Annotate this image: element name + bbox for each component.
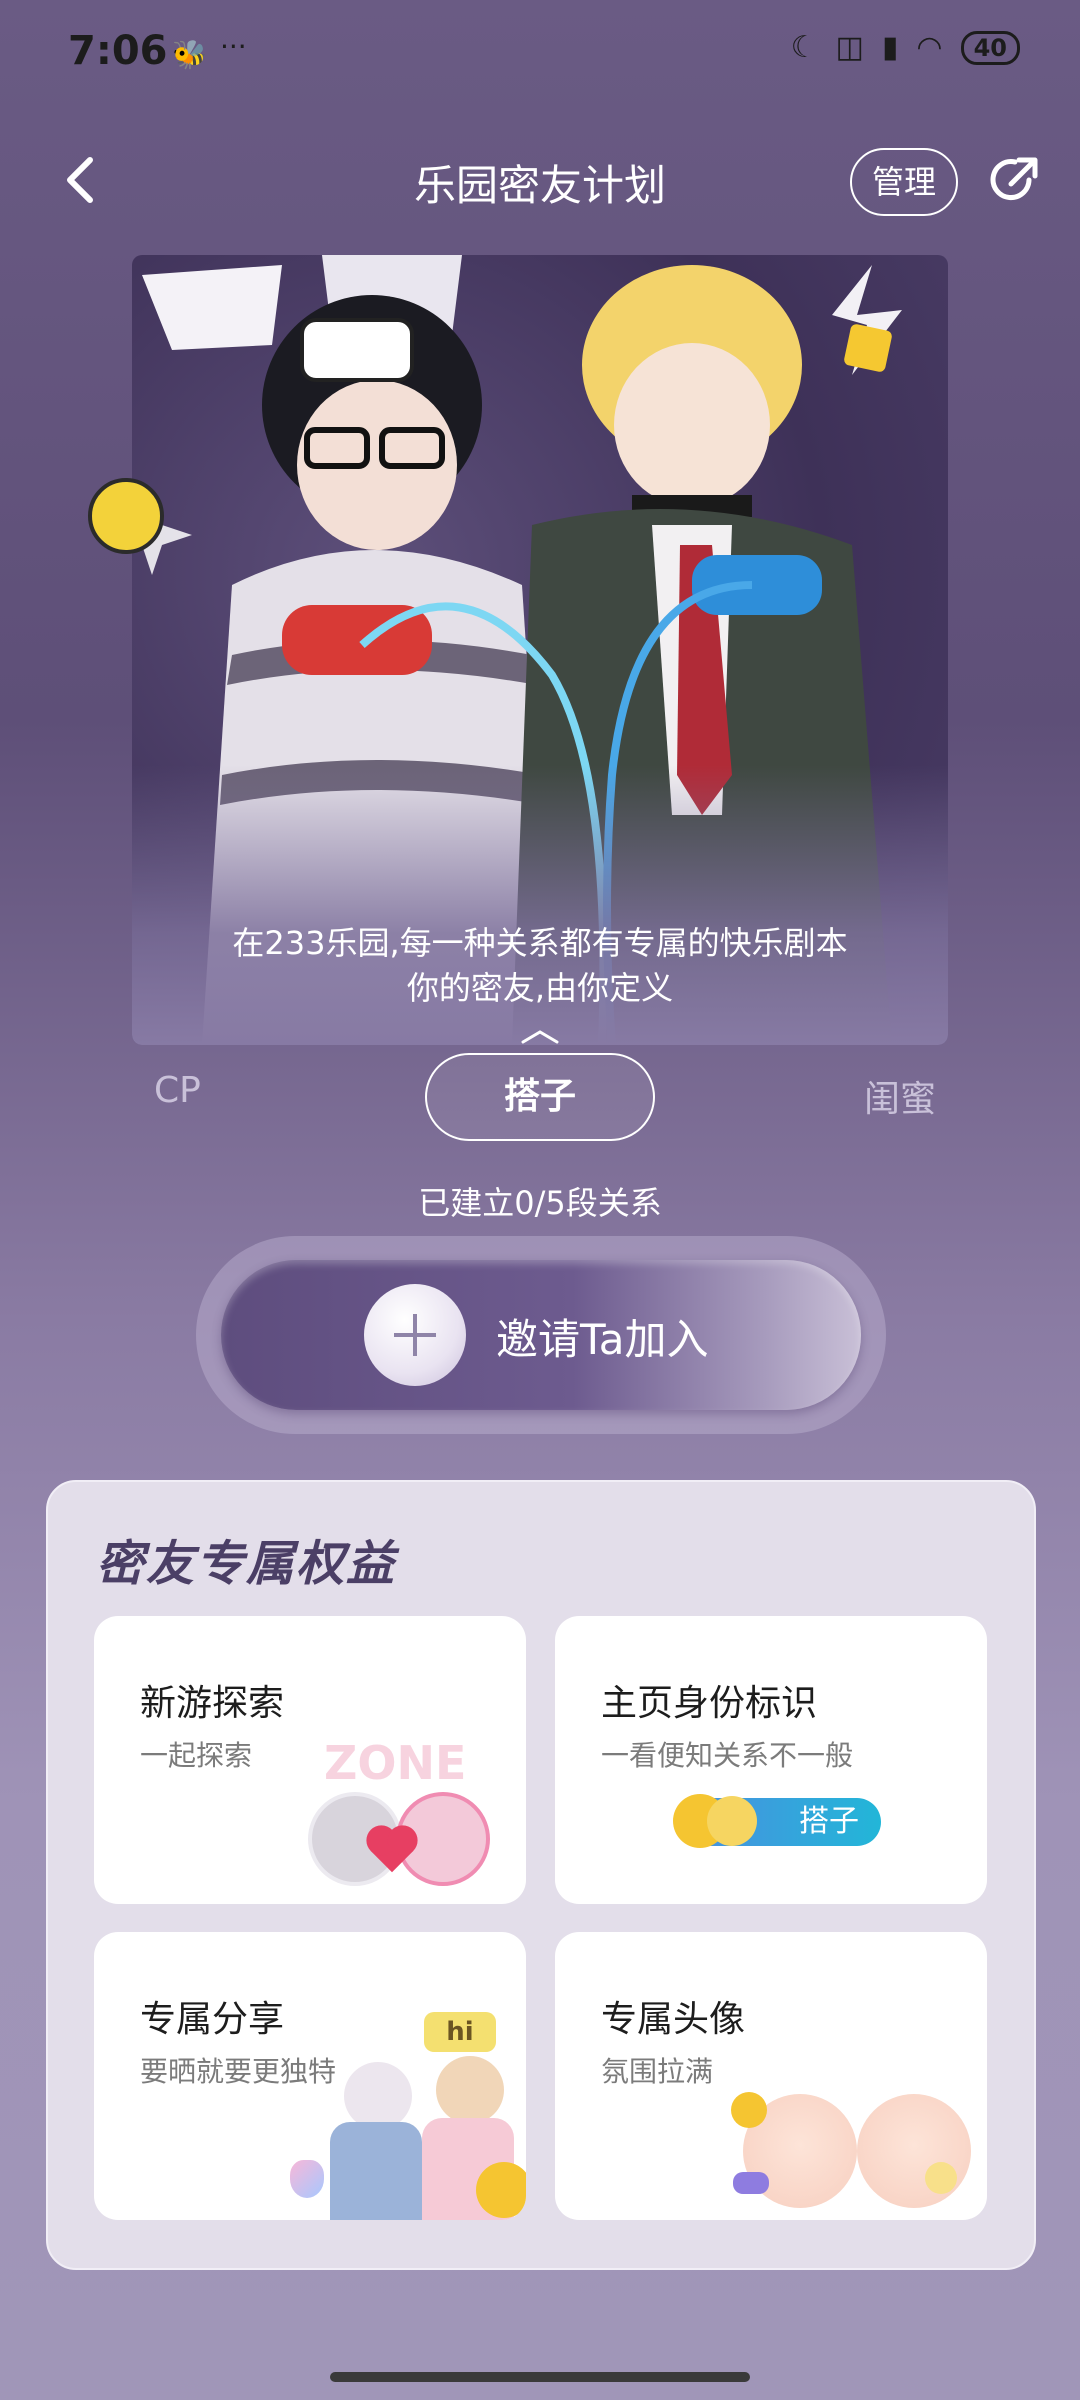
avatar-face [857, 2094, 971, 2208]
hi-bubble: hi [424, 2012, 496, 2052]
wifi-icon: ◠ [916, 30, 943, 65]
benefit-title: 专属分享 [140, 1999, 285, 2040]
signal-icon: ▮ [881, 30, 899, 65]
status-bar: 7:06 🐝 ··· ☾ ◫ ▮ ◠ 40 [0, 0, 1080, 110]
gamepad-icon [733, 2172, 769, 2194]
zone-decor-text: ZONE [324, 1736, 467, 1790]
moon-icon: ☾ [790, 30, 818, 65]
tab-dazi[interactable]: 搭子 [425, 1053, 655, 1141]
character-head [344, 2062, 412, 2130]
share-icon [990, 157, 1038, 201]
chevron-up-icon[interactable] [521, 1030, 559, 1044]
bee-icon: 🐝 [172, 38, 207, 71]
cool-emoji-icon [731, 2092, 767, 2128]
hero-tagline-1: 在233乐园,每一种关系都有专属的快乐剧本 [232, 924, 848, 962]
benefit-title: 新游探索 [140, 1683, 285, 1724]
heart-balloon-icon [290, 2160, 324, 2198]
share-button[interactable] [985, 150, 1045, 210]
badge-sticker-icon [88, 478, 164, 554]
hero-tagline-2: 你的密友,由你定义 [406, 969, 674, 1007]
benefit-card-identity-tag[interactable]: 主页身份标识 一看便知关系不一般 搭子 [555, 1616, 987, 1904]
benefit-subtitle: 一看便知关系不一般 [601, 1739, 854, 1772]
more-dots-icon: ··· [220, 30, 247, 63]
tab-guimi[interactable]: 闺蜜 [864, 1070, 936, 1122]
smile-emoji-icon [707, 1796, 757, 1846]
plus-icon[interactable] [364, 1284, 466, 1386]
tab-cp[interactable]: CP [154, 1070, 201, 1111]
status-time: 7:06 [68, 28, 168, 74]
benefit-card-share[interactable]: 专属分享 要晒就要更独特 hi [94, 1932, 526, 2220]
smile-emoji-icon [925, 2162, 957, 2194]
home-indicator[interactable] [330, 2372, 750, 2382]
battery-icon: 40 [960, 30, 1020, 65]
manage-button[interactable]: 管理 [850, 148, 958, 216]
benefit-card-new-game[interactable]: 新游探索 一起探索 ZONE [94, 1616, 526, 1904]
benefit-subtitle: 氛围拉满 [601, 2055, 714, 2088]
header: 乐园密友计划 管理 [0, 130, 1080, 230]
benefit-title: 主页身份标识 [601, 1683, 818, 1724]
benefit-subtitle: 一起探索 [140, 1739, 253, 1772]
relation-count: 已建立0/5段关系 [418, 1184, 662, 1222]
benefit-card-avatar[interactable]: 专属头像 氛围拉满 [555, 1932, 987, 2220]
character-head [436, 2056, 504, 2124]
status-icons: ☾ ◫ ▮ ◠ 40 [791, 30, 1020, 65]
character-body [330, 2122, 422, 2220]
benefit-subtitle: 要晒就要更独特 [140, 2055, 337, 2088]
benefit-title: 专属头像 [601, 1999, 746, 2040]
benefits-title: 密友专属权益 [96, 1536, 397, 1592]
invite-label[interactable]: 邀请Ta加入 [496, 1306, 708, 1367]
smile-emoji-icon [476, 2162, 526, 2218]
notification-icon: ◫ [835, 30, 864, 65]
